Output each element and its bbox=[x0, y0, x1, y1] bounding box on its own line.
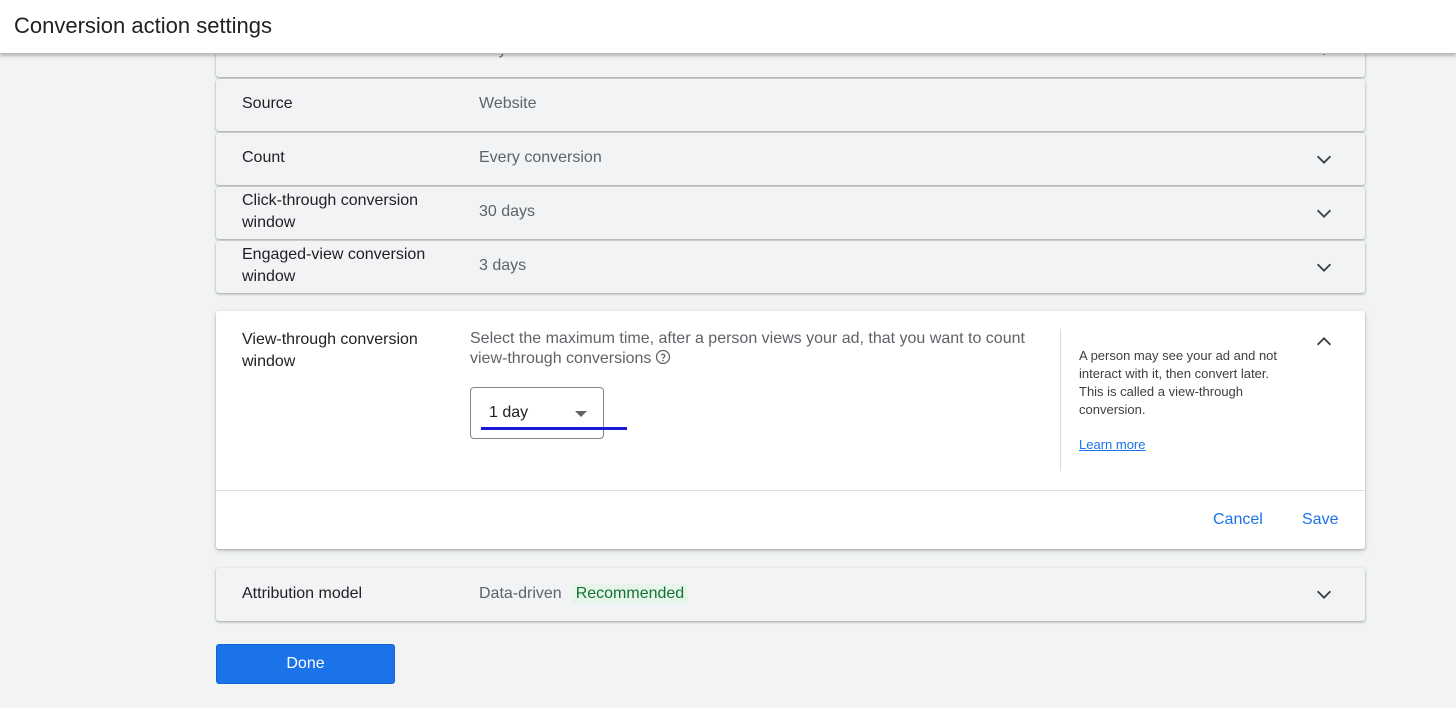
row-attribution-model[interactable]: Attribution model Data-driven Recommended bbox=[216, 568, 1365, 621]
row-click-through-window[interactable]: Click-through conversion window 30 days bbox=[216, 187, 1365, 239]
description-text: Select the maximum time, after a person … bbox=[470, 330, 1025, 367]
row-value-text: 3 days bbox=[479, 257, 527, 274]
window-select[interactable]: 1 day bbox=[470, 387, 604, 439]
attribution-value: Data-driven bbox=[479, 585, 562, 602]
help-text: A person may see your ad and not interac… bbox=[1079, 348, 1278, 417]
row-label: Engaged-view conversion window bbox=[242, 246, 426, 285]
vertical-divider bbox=[1060, 329, 1061, 471]
done-button[interactable]: Done bbox=[216, 644, 395, 684]
row-label: Source bbox=[242, 95, 293, 112]
help-circle-icon[interactable] bbox=[655, 349, 671, 365]
chevron-down-icon[interactable] bbox=[1313, 148, 1335, 170]
row-label: Click-through conversion window bbox=[242, 192, 419, 231]
view-through-window-panel: View-through conversion window Select th… bbox=[216, 311, 1365, 549]
recommended-badge: Recommended bbox=[571, 584, 689, 604]
chevron-down-icon[interactable] bbox=[1313, 256, 1335, 278]
row-label: Count bbox=[242, 149, 285, 166]
row-value-text: 30 days bbox=[479, 203, 536, 220]
row-value-text: Data-driven Recommended bbox=[479, 583, 689, 605]
row-value-text: Every conversion bbox=[479, 149, 602, 166]
save-button[interactable]: Save bbox=[1302, 511, 1338, 529]
chevron-down-icon[interactable] bbox=[1313, 202, 1335, 224]
learn-more-link[interactable]: Learn more bbox=[1079, 437, 1145, 452]
panel-label: View-through conversion window bbox=[242, 331, 418, 370]
row-value-text: Website bbox=[479, 95, 537, 112]
cancel-button[interactable]: Cancel bbox=[1213, 511, 1263, 529]
select-value: 1 day bbox=[489, 404, 529, 421]
select-focus-underline bbox=[481, 427, 627, 430]
panel-description: Select the maximum time, after a person … bbox=[470, 329, 1030, 369]
row-engaged-view-window[interactable]: Engaged-view conversion window 3 days bbox=[216, 241, 1365, 293]
top-bar: Conversion action settings bbox=[0, 0, 1456, 54]
horizontal-divider bbox=[216, 490, 1365, 491]
row-count[interactable]: Count Every conversion bbox=[216, 133, 1365, 185]
row-label: Attribution model bbox=[242, 585, 363, 602]
caret-down-icon bbox=[575, 411, 587, 417]
page-title: Conversion action settings bbox=[14, 13, 273, 38]
chevron-down-icon[interactable] bbox=[1313, 583, 1335, 605]
chevron-up-icon[interactable] bbox=[1313, 331, 1335, 353]
row-source: Source Website bbox=[216, 79, 1365, 131]
